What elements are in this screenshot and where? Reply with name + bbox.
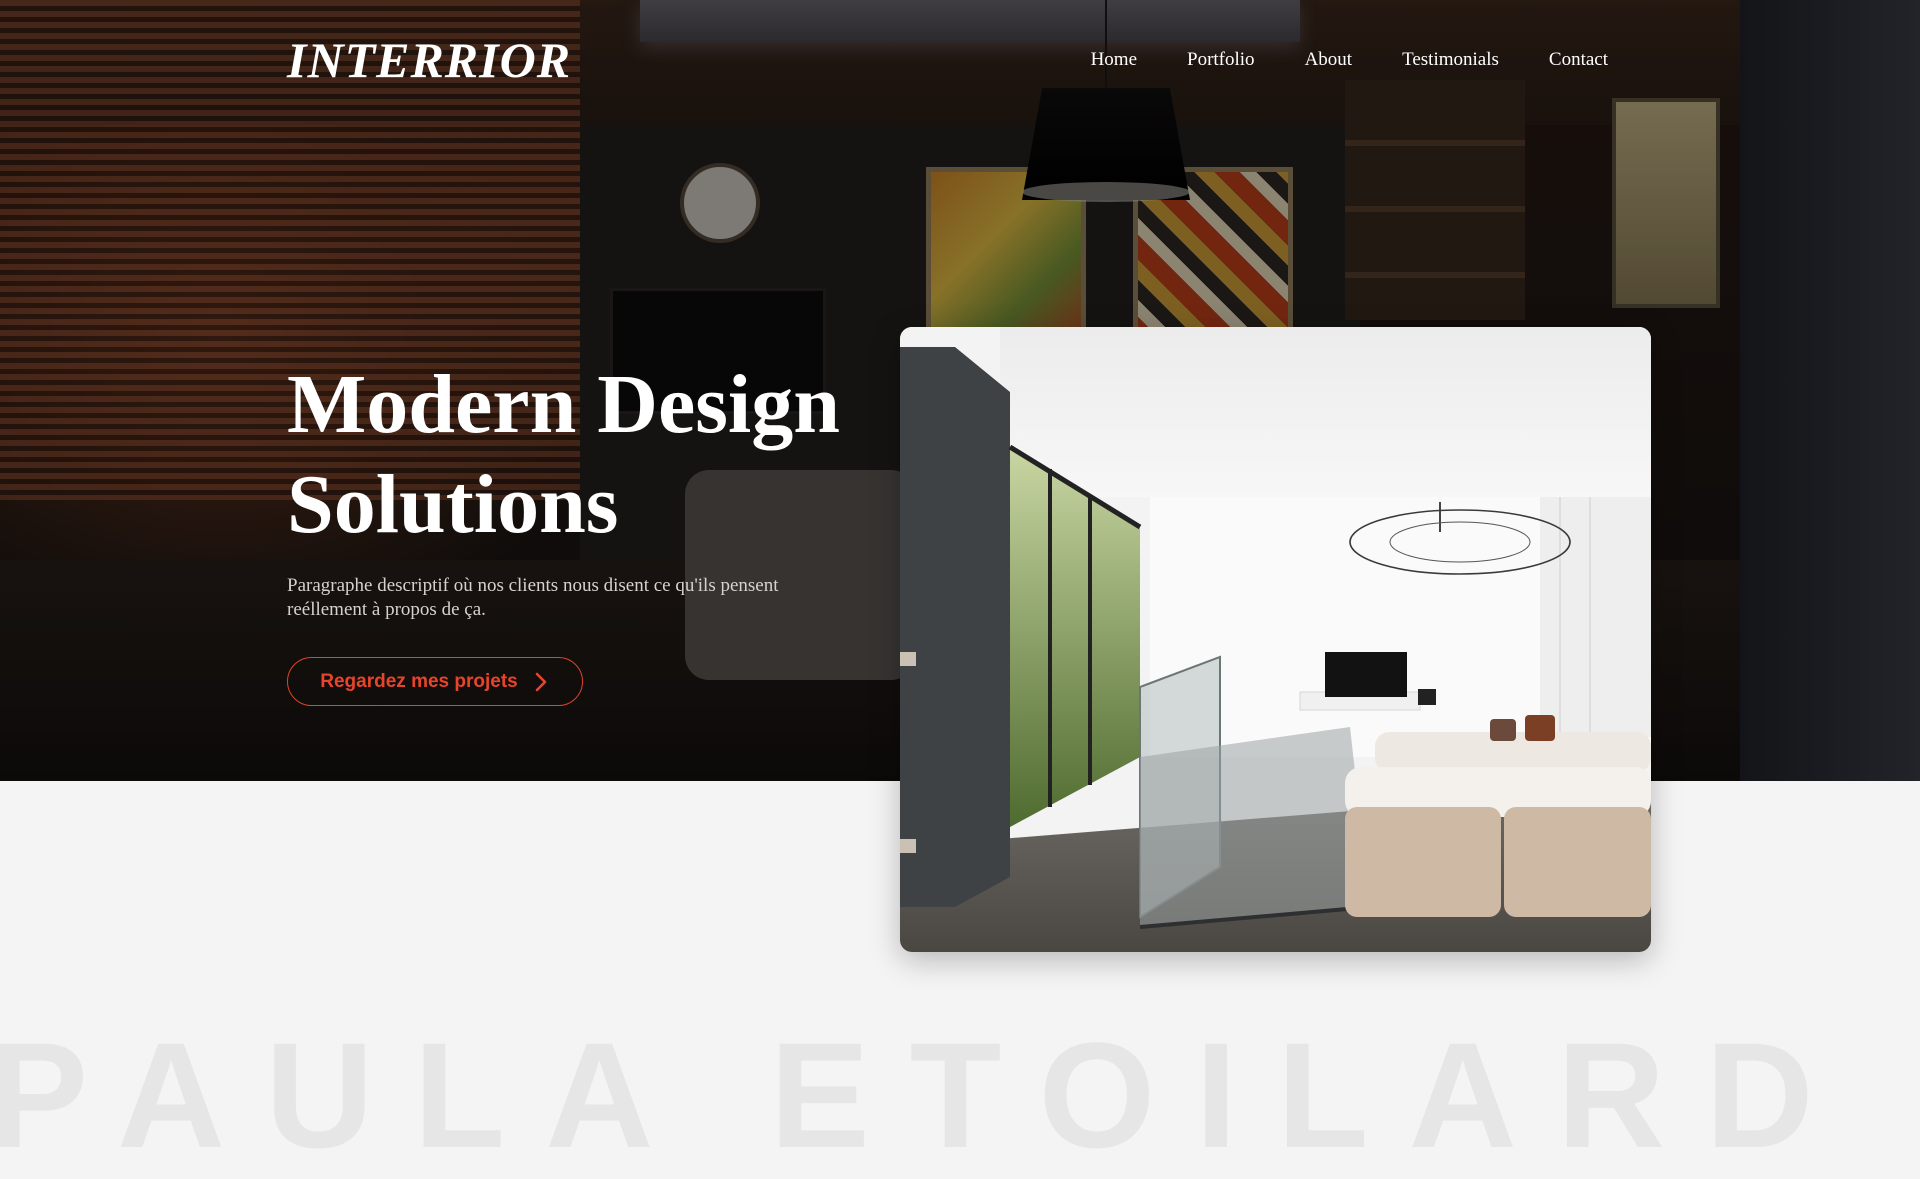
nav-contact[interactable]: Contact — [1549, 48, 1608, 72]
hero-title-line1: Modern Design — [287, 358, 840, 451]
hero-title-line2: Solutions — [287, 458, 619, 551]
site-logo[interactable]: INTERRIOR — [287, 30, 571, 90]
hero-description: Paragraphe descriptif où nos clients nou… — [287, 575, 779, 620]
nav-portfolio[interactable]: Portfolio — [1187, 48, 1255, 72]
nav-home[interactable]: Home — [1091, 48, 1137, 72]
view-projects-button[interactable]: Regardez mes projets — [287, 657, 583, 706]
interior-photo-illustration — [900, 327, 1651, 952]
nav-testimonials[interactable]: Testimonials — [1402, 48, 1499, 72]
view-projects-label: Regardez mes projets — [320, 670, 518, 692]
main-nav: Home Portfolio About Testimonials Contac… — [1091, 48, 1608, 72]
featured-interior-photo — [900, 327, 1651, 952]
hero-title: Modern Design Solutions — [287, 355, 927, 555]
nav-about[interactable]: About — [1305, 48, 1353, 72]
chevron-right-icon — [532, 672, 550, 692]
background-watermark-text: PAULA ETOILARD — [0, 1011, 1854, 1179]
